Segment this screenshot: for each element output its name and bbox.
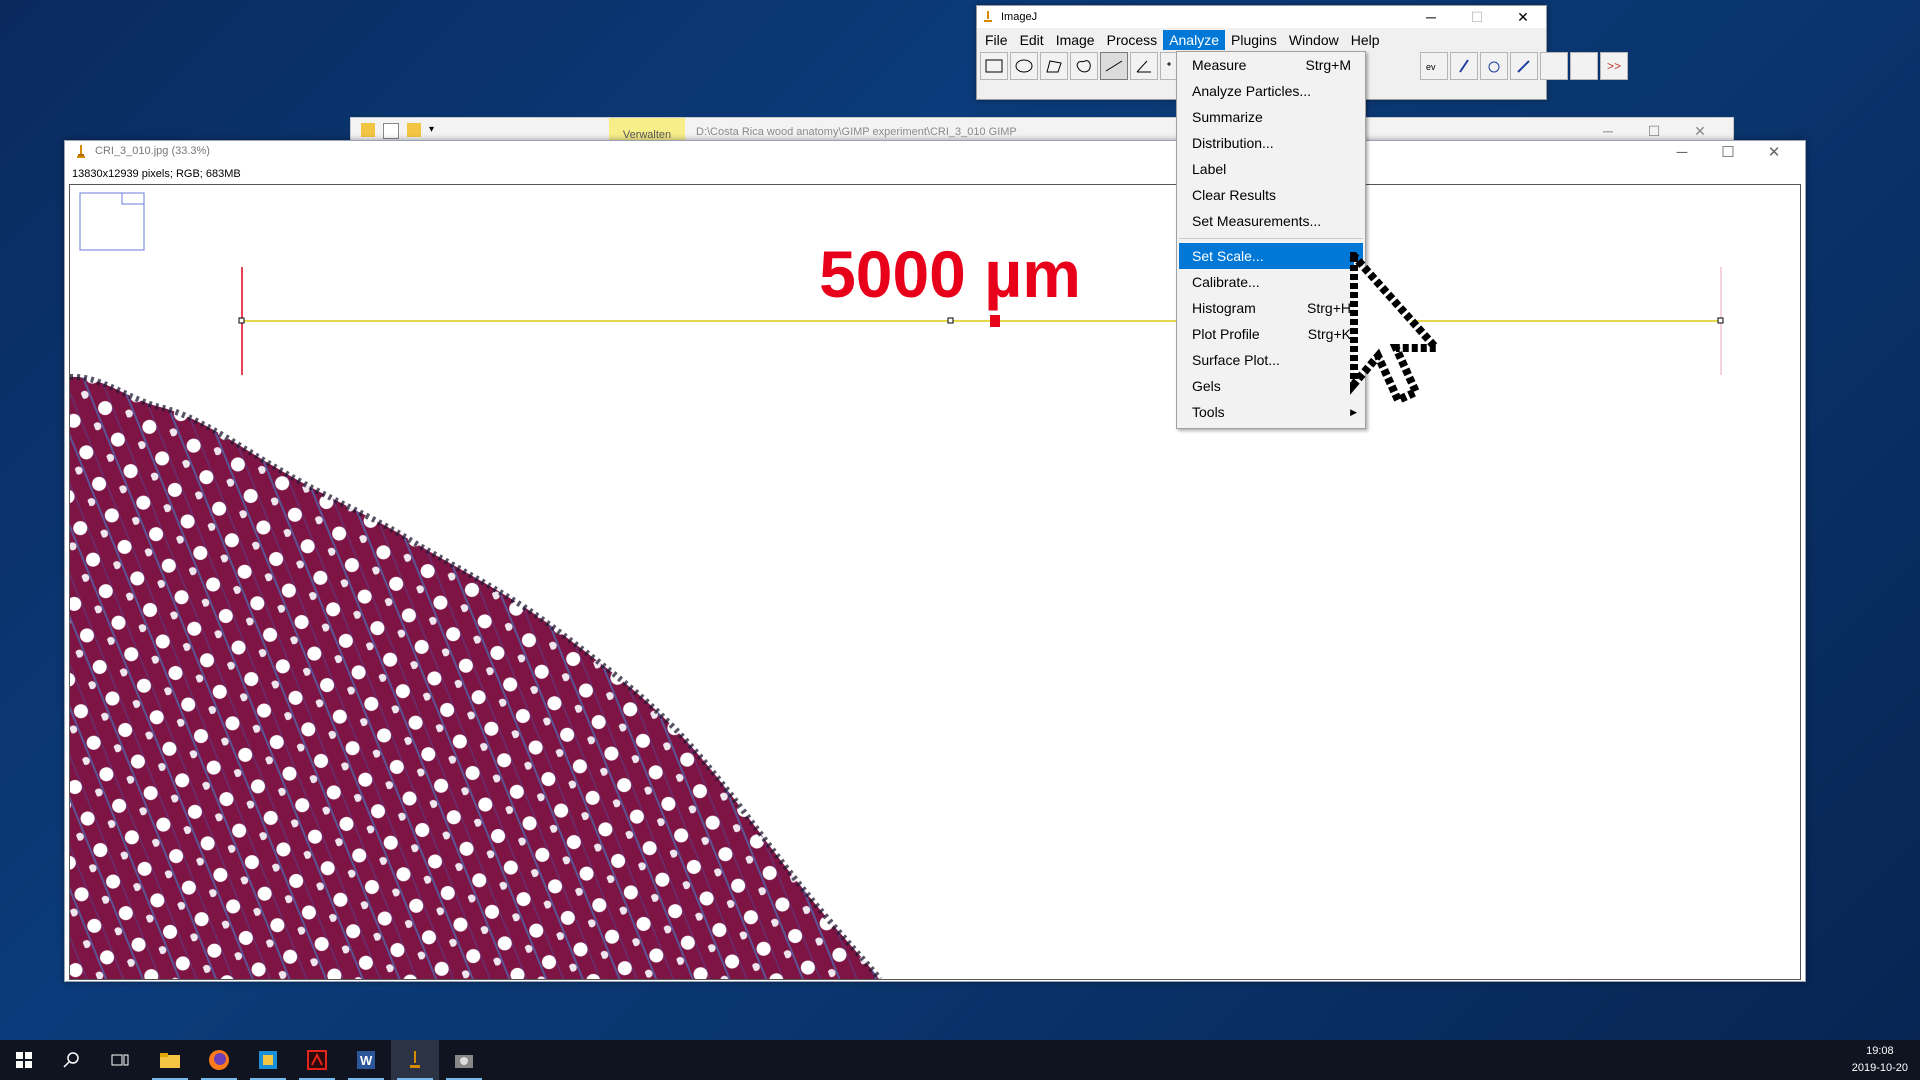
word-icon[interactable]: W	[342, 1040, 390, 1080]
menu-file[interactable]: File	[979, 30, 1014, 50]
screenshot-tool-icon[interactable]	[440, 1040, 488, 1080]
menu-analyze[interactable]: Analyze	[1163, 30, 1225, 50]
polygon-tool-icon[interactable]	[1040, 52, 1068, 80]
menu-item-label[interactable]: Label	[1177, 156, 1365, 182]
dev-tool-icon[interactable]: ev	[1420, 52, 1448, 80]
menu-window[interactable]: Window	[1283, 30, 1345, 50]
taskbar: W 19:08 2019-10-20	[0, 1040, 1920, 1080]
line-tool-icon[interactable]	[1100, 52, 1128, 80]
line-handle	[1717, 317, 1724, 324]
oval-tool-icon[interactable]	[1010, 52, 1038, 80]
freehand-tool-icon[interactable]	[1070, 52, 1098, 80]
rectangle-tool-icon[interactable]	[980, 52, 1008, 80]
line-handle	[947, 317, 954, 324]
svg-text:ev: ev	[1426, 62, 1436, 72]
close-button[interactable]: ✕	[1751, 141, 1797, 165]
start-button[interactable]	[0, 1040, 48, 1080]
menu-item-gels[interactable]: Gels	[1177, 373, 1365, 399]
imagej-title: ImageJ	[1001, 11, 1038, 23]
menu-item-distribution[interactable]: Distribution...	[1177, 130, 1365, 156]
menu-item-surface-plot[interactable]: Surface Plot...	[1177, 347, 1365, 373]
line-handle	[238, 317, 245, 324]
menu-plugins[interactable]: Plugins	[1225, 30, 1283, 50]
imagej-taskbar-icon[interactable]	[391, 1040, 439, 1080]
menu-help[interactable]: Help	[1345, 30, 1386, 50]
microscope-icon	[77, 145, 85, 158]
menu-item-set-scale[interactable]: Set Scale...	[1179, 243, 1363, 269]
angle-tool-icon[interactable]	[1130, 52, 1158, 80]
file-explorer-icon[interactable]	[146, 1040, 194, 1080]
imagej-titlebar[interactable]: ImageJ ─ ☐ ✕	[977, 6, 1546, 28]
menu-item-plot-profile[interactable]: Plot Profile Strg+K	[1177, 321, 1365, 347]
menu-item-summarize[interactable]: Summarize	[1177, 104, 1365, 130]
minimize-button[interactable]: ─	[1408, 6, 1454, 28]
minimize-button[interactable]: ─	[1659, 141, 1705, 165]
search-icon[interactable]	[48, 1040, 96, 1080]
image-info: 13830x12939 pixels; RGB; 683MB	[72, 168, 241, 180]
image-window-titlebar[interactable]: CRI_3_010.jpg (33.3%) ─ ☐ ✕	[65, 141, 1805, 163]
maximize-button[interactable]: ☐	[1454, 6, 1500, 28]
image-window: CRI_3_010.jpg (33.3%) ─ ☐ ✕ 13830x12939 …	[64, 140, 1806, 982]
clock-time: 19:08	[1866, 1045, 1894, 1057]
mouse-pointer-icon	[1350, 252, 1445, 406]
wood-section-image: 5000 µm	[70, 192, 1724, 979]
blank-tool-slot[interactable]	[1570, 52, 1598, 80]
image-canvas[interactable]: 5000 µm	[69, 184, 1801, 980]
hand-tool-icon[interactable]	[1480, 52, 1508, 80]
menu-item-clear-results[interactable]: Clear Results	[1177, 182, 1365, 208]
menu-item-calibrate[interactable]: Calibrate...	[1177, 269, 1365, 295]
svg-text:W: W	[360, 1053, 373, 1068]
microscope-icon	[984, 11, 992, 22]
imagej-menubar: File Edit Image Process Analyze Plugins …	[979, 30, 1386, 50]
menu-item-histogram[interactable]: Histogram Strg+H	[1177, 295, 1365, 321]
menu-item-tools[interactable]: Tools ▶	[1177, 399, 1365, 425]
navigator-box	[79, 192, 145, 251]
menu-edit[interactable]: Edit	[1014, 30, 1050, 50]
analyze-menu: Measure Strg+M Analyze Particles... Summa…	[1176, 51, 1366, 429]
quick-access-toolbar: ▾	[361, 123, 443, 139]
system-clock[interactable]: 19:08 2019-10-20	[1852, 1043, 1908, 1077]
app-icon[interactable]	[244, 1040, 292, 1080]
clock-date: 2019-10-20	[1851, 1062, 1908, 1074]
task-view-icon[interactable]	[96, 1040, 144, 1080]
menu-image[interactable]: Image	[1050, 30, 1101, 50]
firefox-icon[interactable]	[195, 1040, 243, 1080]
folder-icon[interactable]	[361, 123, 375, 137]
blank-tool-slot[interactable]	[1540, 52, 1568, 80]
dropdown-icon[interactable]: ▾	[429, 123, 443, 137]
new-folder-icon[interactable]	[407, 123, 421, 137]
scale-label: 5000 µm	[819, 237, 1081, 311]
menu-item-set-measurements[interactable]: Set Measurements...	[1177, 208, 1365, 234]
acrobat-icon[interactable]	[293, 1040, 341, 1080]
menu-item-analyze-particles[interactable]: Analyze Particles...	[1177, 78, 1365, 104]
pencil-tool-icon[interactable]	[1450, 52, 1478, 80]
close-button[interactable]: ✕	[1500, 6, 1546, 28]
menu-process[interactable]: Process	[1101, 30, 1164, 50]
properties-icon[interactable]	[383, 123, 399, 139]
menu-separator	[1179, 238, 1363, 239]
more-tools-button[interactable]: >>	[1600, 52, 1628, 80]
dropper-tool-icon[interactable]	[1510, 52, 1538, 80]
menu-item-measure[interactable]: Measure Strg+M	[1177, 52, 1365, 78]
maximize-button[interactable]: ☐	[1705, 141, 1751, 165]
image-window-title: CRI_3_010.jpg (33.3%)	[95, 145, 210, 157]
